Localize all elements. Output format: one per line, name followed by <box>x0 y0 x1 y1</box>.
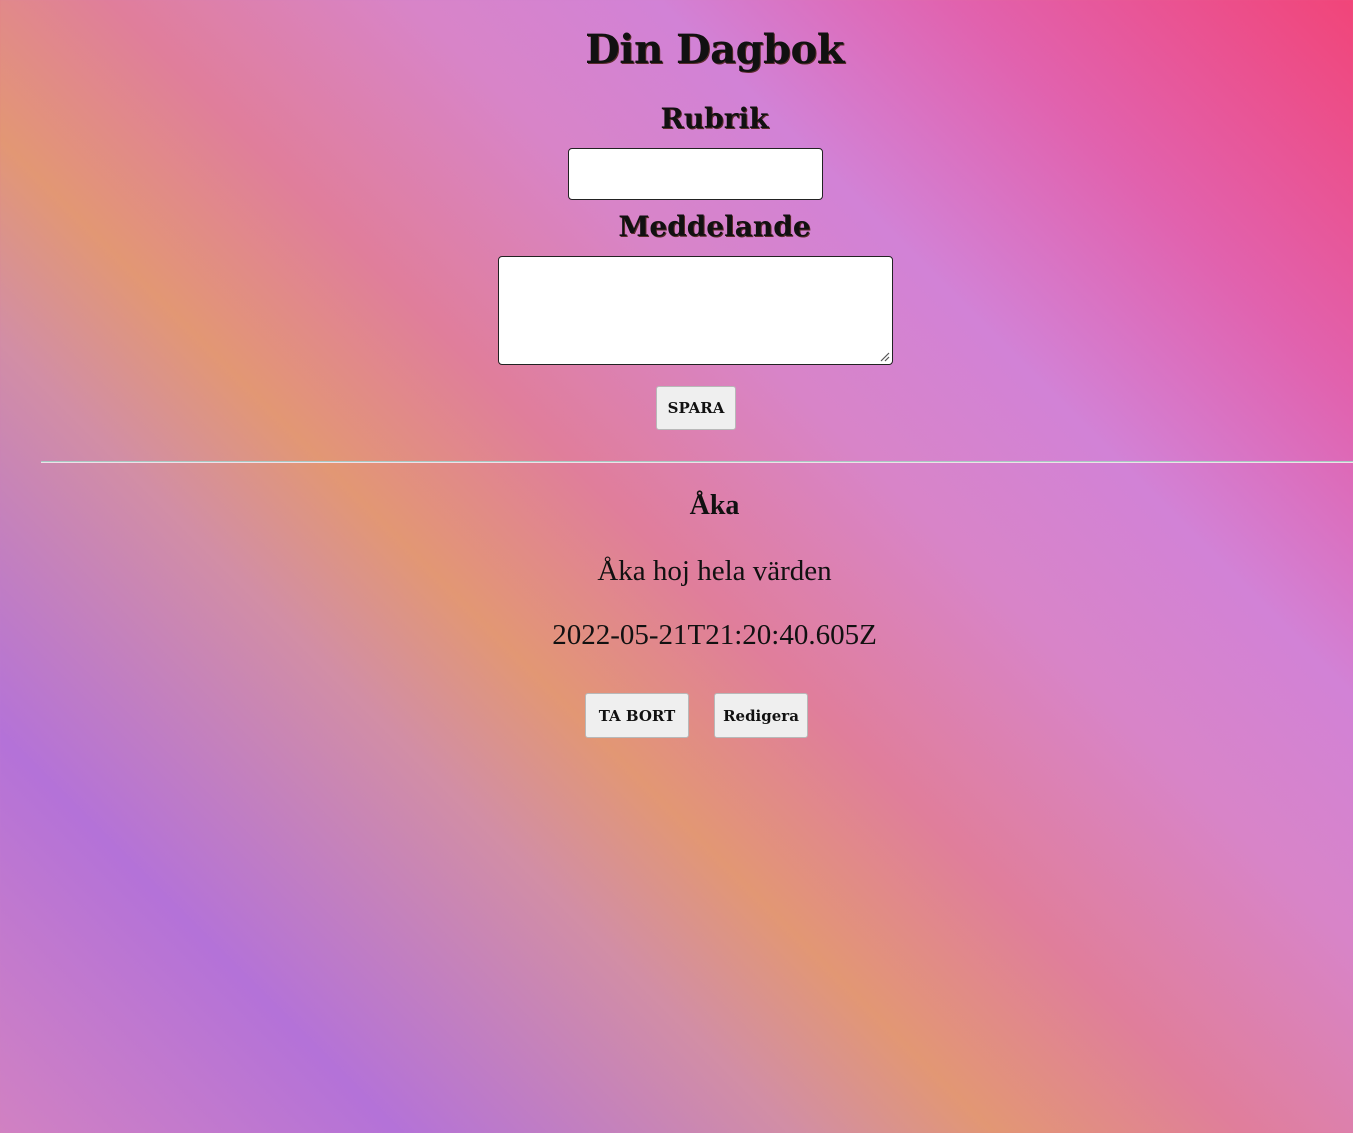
message-field-label: Meddelande <box>618 210 811 243</box>
delete-button[interactable]: TA BORT <box>585 693 689 738</box>
divider <box>41 461 1353 463</box>
resize-grip-icon[interactable] <box>878 350 890 362</box>
title-input[interactable] <box>568 148 823 200</box>
entry-message: Åka hoj hela värden <box>597 555 832 587</box>
page-title: Din Dagbok <box>585 26 844 73</box>
message-textarea[interactable] <box>498 256 893 365</box>
save-button[interactable]: SPARA <box>656 386 736 430</box>
title-field-label: Rubrik <box>660 102 769 135</box>
edit-button[interactable]: Redigera <box>714 693 808 738</box>
entry-timestamp: 2022-05-21T21:20:40.605Z <box>552 619 877 651</box>
diary-page: Din Dagbok Rubrik Meddelande SPARA Åka Å… <box>0 0 1353 1133</box>
entry-title: Åka <box>689 490 740 521</box>
